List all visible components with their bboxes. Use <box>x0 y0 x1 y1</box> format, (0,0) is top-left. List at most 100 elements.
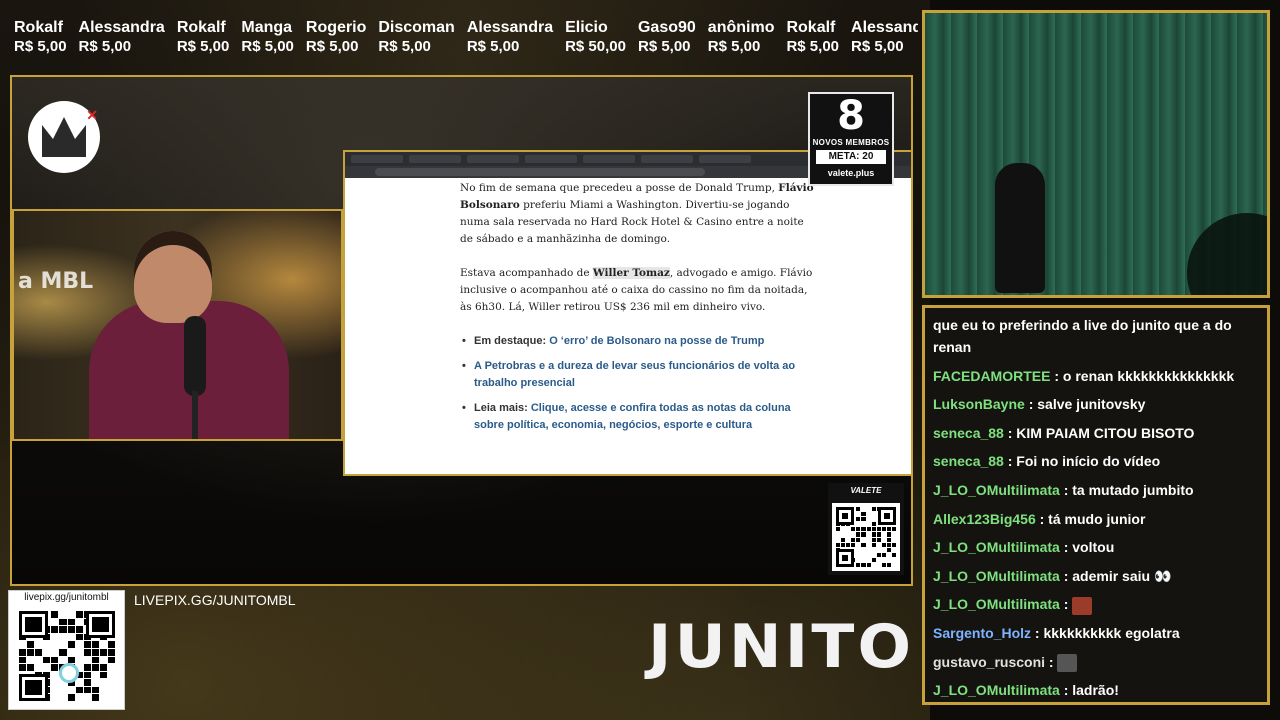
chat-username[interactable]: FACEDAMORTEE <box>933 368 1050 384</box>
qr-module <box>51 679 58 686</box>
related-link[interactable]: O ‘erro’ de Bolsonaro na posse de Trump <box>549 335 764 347</box>
browser-tab[interactable] <box>583 155 635 163</box>
chat-username[interactable]: Sargento_Holz <box>933 625 1031 641</box>
donation-amount: R$ 5,00 <box>14 38 67 55</box>
qr-module <box>846 542 851 547</box>
related-link[interactable]: A Petrobras e a dureza de levar seus fun… <box>474 360 795 389</box>
chat-username[interactable]: J_LO_OMultilimata <box>933 596 1060 612</box>
qr-module <box>83 686 91 694</box>
qr-module <box>68 634 75 641</box>
livepix-qr-url: livepix.gg/junitombl <box>24 592 109 603</box>
donor-name: Alessandra <box>466 19 554 36</box>
qr-module <box>92 672 99 679</box>
browser-tab[interactable] <box>409 155 461 163</box>
qr-module <box>76 619 83 626</box>
qr-module <box>19 641 26 648</box>
qr-module <box>887 553 891 557</box>
qr-module <box>107 648 115 656</box>
qr-module <box>108 672 115 679</box>
chat-message: seneca_88 : KIM PAIAM CITOU BISOTO <box>933 422 1259 444</box>
qr-module <box>43 656 51 664</box>
browser-tab[interactable] <box>351 155 403 163</box>
donor-name: Rogerio <box>305 19 367 36</box>
chat-username[interactable]: J_LO_OMultilimata <box>933 482 1060 498</box>
chat-message: Sargento_Holz : kkkkkkkkkk egolatra <box>933 622 1259 644</box>
chat-text: : <box>1045 653 1058 670</box>
qr-module <box>108 687 115 694</box>
qr-module <box>108 679 115 686</box>
qr-module <box>836 538 840 542</box>
qr-module <box>59 626 67 633</box>
donation-item: Elicio R$ 50,00 <box>565 18 626 70</box>
qr-module <box>19 648 27 656</box>
streamer-webcam: a MBL <box>12 209 343 441</box>
browser-tab[interactable] <box>525 155 577 163</box>
article-related-links: Em destaque: O ‘erro’ de Bolsonaro na po… <box>460 333 815 434</box>
qr-module <box>836 527 841 532</box>
qr-module <box>68 649 75 656</box>
browser-tab[interactable] <box>699 155 751 163</box>
qr-module <box>866 527 871 532</box>
chat-text: : <box>1059 596 1073 613</box>
qr-module <box>877 558 881 562</box>
emote-icon <box>1057 653 1078 672</box>
donor-name: Gaso90 <box>637 19 696 36</box>
url-field[interactable] <box>375 168 705 176</box>
qr-module <box>871 532 876 537</box>
qr-module <box>35 657 42 664</box>
qr-module <box>51 649 58 656</box>
chat-username[interactable]: seneca_88 <box>933 425 1004 441</box>
qr-module <box>100 694 107 701</box>
chat-username[interactable]: J_LO_OMultilimata <box>933 539 1060 555</box>
qr-module <box>877 563 881 567</box>
chat-message: J_LO_OMultilimata : voltou <box>933 536 1259 558</box>
valete-qr-code: VALETE <box>828 483 904 575</box>
donation-amount: R$ 5,00 <box>707 38 761 55</box>
chat-username[interactable]: J_LO_OMultilimata <box>933 682 1060 698</box>
chat-username[interactable]: gustavo_rusconi <box>933 654 1045 670</box>
qr-module <box>51 634 58 641</box>
qr-module <box>882 538 886 542</box>
qr-finder <box>836 507 854 525</box>
chat-username[interactable]: J_LO_OMultilimata <box>933 568 1060 584</box>
chat-username[interactable]: Allex123Big456 <box>933 511 1036 527</box>
chat-username[interactable]: LuksonBayne <box>933 396 1025 412</box>
qr-module <box>877 548 881 552</box>
qr-module <box>886 532 891 537</box>
chat-message: J_LO_OMultilimata : ta mutado jumbito <box>933 479 1259 501</box>
news-article: No fim de semana que precedeu a posse de… <box>345 178 815 434</box>
qr-module <box>59 687 66 694</box>
qr-module <box>856 562 861 567</box>
qr-module <box>871 527 876 532</box>
qr-module <box>75 611 83 618</box>
qr-module <box>43 664 50 671</box>
qr-module <box>84 694 91 701</box>
qr-module <box>872 553 876 557</box>
qr-module <box>76 641 83 648</box>
qr-module <box>881 562 886 567</box>
donation-item: Manga R$ 5,00 <box>241 18 294 70</box>
chat-username[interactable]: seneca_88 <box>933 453 1004 469</box>
qr-module <box>856 522 860 526</box>
browser-tab[interactable] <box>467 155 519 163</box>
qr-module <box>891 552 896 557</box>
qr-module <box>871 522 876 527</box>
donor-name: Alessandra <box>78 19 165 36</box>
qr-module <box>861 512 866 517</box>
qr-module <box>871 557 876 562</box>
donor-name: anônimo <box>707 19 775 36</box>
qr-module <box>856 548 860 552</box>
qr-module <box>841 532 845 536</box>
qr-module <box>851 542 856 547</box>
donation-item: Alessandra R$ 5,00 <box>467 18 553 70</box>
donation-amount: R$ 5,00 <box>786 38 840 55</box>
qr-module <box>882 532 886 536</box>
browser-tab[interactable] <box>641 155 693 163</box>
donation-amount: R$ 5,00 <box>78 38 132 55</box>
qr-module <box>51 619 58 626</box>
qr-module <box>51 664 59 671</box>
qr-module <box>876 552 881 557</box>
valete-logo: VALETE <box>850 486 882 495</box>
qr-module <box>67 626 75 633</box>
chat-text: que eu to preferindo a live do junito qu… <box>933 317 1232 355</box>
